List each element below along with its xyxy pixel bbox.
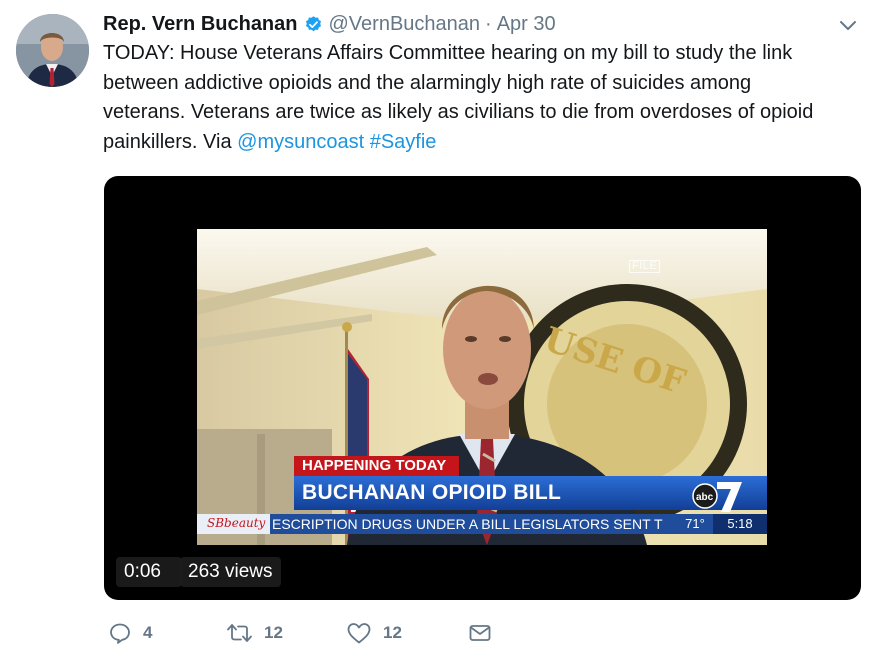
verified-badge-icon [304,15,323,34]
reply-count: 4 [143,623,153,642]
mention-link[interactable]: @mysuncoast [237,131,364,153]
envelope-icon [468,621,492,645]
hashtag-link[interactable]: #Sayfie [370,131,437,153]
header-separator: · [485,12,492,35]
video-frame[interactable]: USE OF FILE HAPPENING TODAY BUCHANAN OPI… [197,229,767,545]
tweet-actions: 4 12 12 [108,618,548,648]
tweet-text-line: TODAY: House Veterans Affairs Committee … [103,42,793,64]
author-name[interactable]: Rep. Vern Buchanan [103,13,298,36]
tweet-text-line: veterans. Veterans are twice as likely a… [103,101,814,124]
tweet-text-segment: painkillers. Via [103,131,238,154]
reply-button[interactable]: 4 [108,618,152,648]
tweet-text-line: between addictive opioids and the alarmi… [103,71,752,94]
station-logo: SBbeauty [207,516,266,530]
retweet-button[interactable]: 12 [226,618,283,648]
like-button[interactable]: 12 [346,618,402,648]
retweet-icon [226,621,253,645]
video-view-count: 263 views [180,557,281,587]
author-handle[interactable]: @VernBuchanan [329,13,481,36]
direct-message-button[interactable] [468,618,492,648]
retweet-count: 12 [264,623,283,642]
ticker-crawl: ESCRIPTION DRUGS UNDER A BILL LEGISLATOR… [270,514,677,534]
tweet-text-line: painkillers. Via @mysuncoast #Sayfie [103,128,863,158]
tweet-header: Rep. Vern Buchanan @VernBuchanan · Apr 3… [103,10,556,38]
abc7-logo: abc [690,474,746,519]
heart-icon [346,621,372,645]
file-tag: FILE [629,260,661,273]
like-count: 12 [383,623,402,642]
video-player[interactable]: USE OF FILE HAPPENING TODAY BUCHANAN OPI… [104,176,861,600]
happening-banner: HAPPENING TODAY [294,456,459,476]
tweet-date[interactable]: Apr 30 [497,13,556,36]
reply-icon [108,621,132,645]
network-label: abc [696,492,714,503]
ticker-temperature: 71° [677,514,713,534]
tweet-text: TODAY: House Veterans Affairs Committee … [103,39,863,158]
avatar[interactable] [16,14,89,87]
video-elapsed-time: 0:06 [116,557,182,587]
news-ticker: SBbeauty ESCRIPTION DRUGS UNDER A BILL L… [197,514,767,534]
chevron-down-icon[interactable] [838,18,858,32]
ticker-clock: 5:18 [713,514,767,534]
